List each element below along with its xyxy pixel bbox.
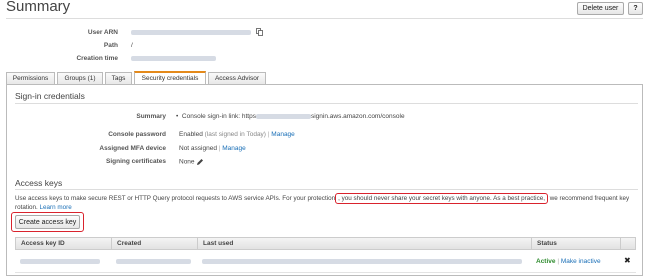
create-access-key-button[interactable]: Create access key <box>15 215 80 229</box>
bullet: • <box>176 113 179 120</box>
security-warning-highlight: , you should never share your secret key… <box>335 193 548 204</box>
console-password-label: Console password <box>108 131 166 138</box>
access-keys-description: Use access keys to make secure REST or H… <box>15 193 635 212</box>
tab-permissions[interactable]: Permissions <box>6 72 55 84</box>
path-value: / <box>131 42 133 49</box>
page-title: Summary <box>6 0 71 15</box>
delete-user-button[interactable]: Delete user <box>577 2 624 15</box>
signin-heading: Sign-in credentials <box>15 91 85 101</box>
console-signin-link[interactable]: • Console sign-in link: https signin.aws.… <box>176 113 405 120</box>
console-password-status: Enabled <box>179 131 203 138</box>
summary-label: Summary <box>136 113 166 120</box>
pencil-icon[interactable] <box>196 159 204 166</box>
signing-certificates-value: None <box>179 158 204 166</box>
status-badge: Active <box>536 258 556 265</box>
tab-security-credentials[interactable]: Security credentials <box>134 71 206 84</box>
signing-certificates-label: Signing certificates <box>106 158 166 165</box>
user-arn-label: User ARN <box>87 29 118 36</box>
tab-tags[interactable]: Tags <box>105 72 132 84</box>
access-keys-desc-line2: rotation. <box>15 204 38 211</box>
signin-divider <box>15 103 638 104</box>
column-header-created[interactable]: Created <box>111 237 198 250</box>
mfa-manage-link[interactable]: Manage <box>222 145 246 152</box>
console-password-value: Enabled (last signed in Today) | Manage <box>179 131 295 138</box>
access-keys-desc-part2: we recommend frequent key <box>549 195 630 202</box>
mfa-value: Not assigned | Manage <box>179 145 246 152</box>
tab-access-advisor[interactable]: Access Advisor <box>208 72 266 84</box>
user-arn-value <box>131 29 251 36</box>
column-header-actions <box>620 237 636 250</box>
header-divider <box>6 18 643 19</box>
created-cell <box>116 258 191 265</box>
creation-time-label: Creation time <box>76 55 118 62</box>
console-password-note: (last signed in Today) <box>204 131 266 138</box>
column-header-last-used[interactable]: Last used <box>197 237 532 250</box>
access-keys-desc-part1: Use access keys to make secure REST or H… <box>15 195 336 202</box>
access-keys-divider <box>15 189 638 190</box>
column-header-status[interactable]: Status <box>531 237 621 250</box>
access-keys-heading: Access keys <box>15 178 63 188</box>
last-used-cell <box>202 258 522 265</box>
copy-icon[interactable] <box>256 28 263 36</box>
help-button[interactable]: ? <box>628 2 643 15</box>
signing-status: None <box>179 158 195 166</box>
mfa-label: Assigned MFA device <box>99 145 166 152</box>
status-cell: Active | Make inactive <box>536 258 601 265</box>
column-header-access-key-id[interactable]: Access key ID <box>15 237 112 250</box>
signin-link-suffix: signin.aws.amazon.com/console <box>310 113 405 120</box>
access-key-id-cell <box>20 258 100 265</box>
creation-time-value <box>131 55 216 62</box>
path-label: Path <box>103 42 118 49</box>
learn-more-link[interactable]: Learn more <box>40 204 72 211</box>
console-password-manage-link[interactable]: Manage <box>271 131 295 138</box>
tab-groups[interactable]: Groups (1) <box>57 72 103 84</box>
mfa-status: Not assigned <box>179 145 217 152</box>
delete-icon[interactable]: ✖ <box>624 256 631 265</box>
make-inactive-link[interactable]: Make inactive <box>561 258 601 265</box>
signin-link-prefix: Console sign-in link: https <box>181 113 256 120</box>
